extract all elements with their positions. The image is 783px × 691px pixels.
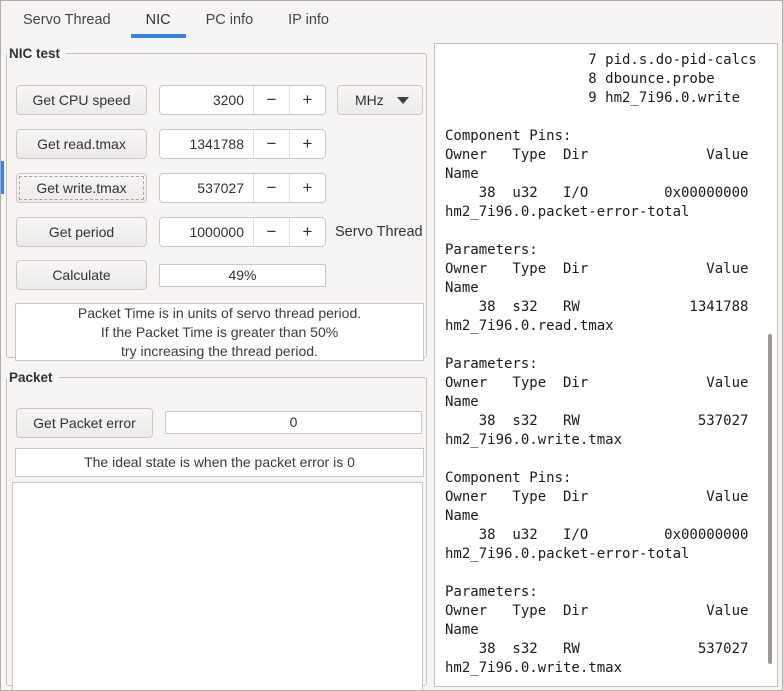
minus-button[interactable]: − [253,86,289,114]
tab-ip-info[interactable]: IP info [273,1,344,39]
hint-line: If the Packet Time is greater than 50% [100,323,339,340]
read-tmax-spinbox: 1341788 − + [159,129,326,159]
tab-bar: Servo Thread NIC PC info IP info [1,1,782,39]
plus-button[interactable]: + [289,86,325,114]
unit-dropdown-value: MHz [355,92,384,108]
hal-output-panel[interactable]: 7 pid.s.do-pid-calcs 8 dbounce.probe 9 h… [434,43,778,687]
vertical-scrollbar[interactable] [768,334,772,664]
cpu-speed-value[interactable]: 3200 [160,86,253,114]
get-packet-error-button[interactable]: Get Packet error [16,408,153,438]
left-edge-focus-indicator [1,161,4,194]
app-window: Servo Thread NIC PC info IP info NIC tes… [0,0,783,691]
unit-dropdown[interactable]: MHz [337,85,423,115]
hal-output-text: 7 pid.s.do-pid-calcs 8 dbounce.probe 9 h… [445,52,757,676]
hint-line: try increasing the thread period. [121,342,318,359]
tab-label: IP info [288,12,329,28]
write-tmax-spinbox: 537027 − + [159,173,326,203]
tab-label: Servo Thread [23,12,111,28]
minus-button[interactable]: − [253,130,289,158]
packet-time-percent-field[interactable]: 49% [159,264,326,287]
packet-time-hint: Packet Time is in units of servo thread … [15,303,424,361]
read-tmax-value[interactable]: 1341788 [160,130,253,158]
get-read-tmax-button[interactable]: Get read.tmax [16,129,147,159]
get-write-tmax-button[interactable]: Get write.tmax [16,173,147,203]
active-tab-indicator [130,34,186,38]
servo-thread-label: Servo Thread [335,224,423,240]
plus-button[interactable]: + [289,130,325,158]
tab-label: NIC [145,12,171,28]
period-value[interactable]: 1000000 [160,218,253,246]
chevron-down-icon [397,96,409,104]
nic-test-group: NIC test Get CPU speed 3200 − + MHz Get … [6,46,427,361]
tab-nic[interactable]: NIC [130,1,186,39]
calculate-button[interactable]: Calculate [16,260,147,290]
nic-test-group-title: NIC test [9,46,61,61]
tab-pc-info[interactable]: PC info [191,1,269,39]
get-period-button[interactable]: Get period [16,217,147,247]
minus-button[interactable]: − [253,174,289,202]
packet-group: Packet Get Packet error 0 The ideal stat… [6,370,427,690]
cpu-speed-spinbox: 3200 − + [159,85,326,115]
packet-error-field[interactable]: 0 [165,411,422,434]
packet-output-area [12,482,423,690]
minus-button[interactable]: − [253,218,289,246]
packet-group-title: Packet [9,370,53,385]
tab-servo-thread[interactable]: Servo Thread [8,1,126,39]
plus-button[interactable]: + [289,174,325,202]
tab-label: PC info [205,12,254,28]
get-cpu-speed-button[interactable]: Get CPU speed [16,85,147,115]
period-spinbox: 1000000 − + [159,217,326,247]
write-tmax-value[interactable]: 537027 [160,174,253,202]
packet-error-hint: The ideal state is when the packet error… [15,448,424,477]
hint-line: Packet Time is in units of servo thread … [77,304,362,321]
hint-line: The ideal state is when the packet error… [84,454,355,470]
plus-button[interactable]: + [289,218,325,246]
